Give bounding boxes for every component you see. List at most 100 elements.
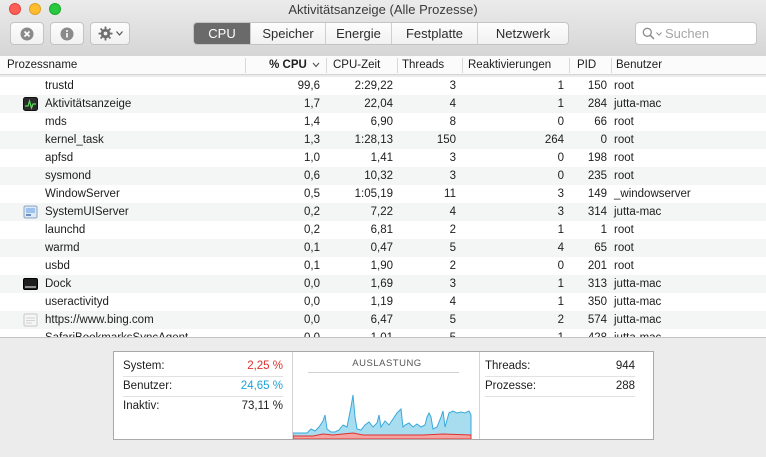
threads-value: 3	[449, 152, 456, 164]
table-row[interactable]: kernel_task 1,3 1:28,13 150 264 0 root	[0, 131, 766, 149]
user-value: root	[614, 242, 634, 254]
cpu-time-value: 1,69	[370, 278, 393, 290]
tab-speicher[interactable]: Speicher	[251, 23, 326, 44]
pid-value: 428	[569, 329, 607, 337]
cpu-time-value: 22,04	[364, 98, 393, 110]
cpu-value: 0,2	[304, 224, 320, 236]
wakeups-value: 1	[557, 224, 564, 236]
pid-value: 149	[587, 188, 607, 200]
stat-threads-value: 944	[615, 360, 635, 372]
search-icon	[642, 27, 655, 40]
table-row[interactable]: SystemUIServer 0,2 7,22 4 3 314 jutta-mac	[0, 203, 766, 221]
table-row[interactable]: launchd 0,2 6,81 2 1 1 root	[0, 221, 766, 239]
pid-value: 284	[587, 98, 607, 110]
cpu-value: 0,1	[304, 260, 320, 272]
search-input[interactable]	[665, 26, 749, 41]
cpu-time-value: 2:29,22	[354, 80, 393, 92]
table-row[interactable]: trustd 99,6 2:29,22 3 1 150 root	[0, 77, 766, 95]
threads-value: 5	[449, 242, 456, 254]
column-header-threads[interactable]: Threads	[397, 56, 462, 75]
table-row[interactable]: Dock 0,0 1,69 3 1 313 jutta-mac	[0, 275, 766, 293]
pid-value: 198	[587, 152, 607, 164]
view-tabs: CPU Speicher Energie Festplatte Netzwerk	[193, 22, 569, 45]
process-name: kernel_task	[45, 134, 104, 146]
wakeups-value: 0	[557, 152, 564, 164]
cpu-time-value: 1,01	[328, 329, 393, 337]
dock-icon	[23, 278, 38, 290]
cpu-value: 1,3	[304, 134, 320, 146]
stop-process-button[interactable]	[10, 22, 44, 45]
cpu-value: 1,0	[304, 152, 320, 164]
wakeups-value: 1	[557, 80, 564, 92]
info-button[interactable]	[50, 22, 84, 45]
stop-process-icon	[20, 27, 34, 40]
pid-value: 0	[600, 134, 607, 146]
stat-processes: Prozesse: 288	[485, 378, 635, 397]
tab-festplatte[interactable]: Festplatte	[392, 23, 478, 44]
cpu-value: 0,1	[304, 242, 320, 254]
table-row[interactable]: Aktivitätsanzeige 1,7 22,04 4 1 284 jutta-mac	[0, 95, 766, 113]
cpu-time-value: 0,47	[370, 242, 393, 254]
table-row[interactable]: SafariBookmarksSyncAgent0,0 1,01 51 428 jutt…	[0, 329, 766, 337]
pid-value: 314	[587, 206, 607, 218]
table-row[interactable]: useractivityd 0,0 1,19 4 1 350 jutta-mac	[0, 293, 766, 311]
process-name: WindowServer	[45, 188, 120, 200]
column-header-user[interactable]: Benutzer	[611, 56, 761, 75]
table-row[interactable]: apfsd 1,0 1,41 3 0 198 root	[0, 149, 766, 167]
cpu-time-value: 1,41	[370, 152, 393, 164]
window-title: Aktivitätsanzeige (Alle Prozesse)	[288, 2, 478, 17]
threads-value: 5	[397, 329, 456, 337]
cpu-time-value: 1:05,19	[354, 188, 393, 200]
user-value: root	[614, 170, 634, 182]
user-value: root	[614, 260, 634, 272]
column-header-cpu-time[interactable]: CPU-Zeit	[328, 56, 396, 75]
table-row[interactable]: warmd 0,1 0,47 5 4 65 root	[0, 239, 766, 257]
cpu-stats-box: System: 2,25 % Benutzer: 24,65 % Inaktiv…	[113, 351, 654, 440]
pid-value: 201	[587, 260, 607, 272]
column-header-pid[interactable]: PID	[572, 56, 610, 75]
table-row[interactable]: https://www.bing.com 0,0 6,47 5 2 574 jutta-ma…	[0, 311, 766, 329]
cpu-value: 0,2	[304, 206, 320, 218]
user-value: root	[614, 224, 634, 236]
tab-energie[interactable]: Energie	[326, 23, 392, 44]
stat-threads-label: Threads:	[485, 360, 531, 372]
search-field[interactable]	[635, 22, 757, 45]
cpu-time-value: 1,19	[370, 296, 393, 308]
cpu-value: 0,6	[304, 170, 320, 182]
process-name: SafariBookmarksSyncAgent	[45, 329, 245, 337]
cpu-time-value: 6,81	[370, 224, 393, 236]
user-value: jutta-mac	[614, 329, 764, 337]
user-value: root	[614, 116, 634, 128]
table-row[interactable]: WindowServer 0,5 1:05,19 11 3 149 _windowserve…	[0, 185, 766, 203]
column-header: Prozessname % CPU CPU-Zeit Threads Reakt…	[0, 56, 766, 75]
table-row[interactable]: usbd 0,1 1,90 2 0 201 root	[0, 257, 766, 275]
tab-netzwerk[interactable]: Netzwerk	[478, 23, 568, 44]
threads-value: 3	[449, 80, 456, 92]
threads-value: 3	[449, 170, 456, 182]
column-header-cpu[interactable]: % CPU	[246, 56, 326, 75]
column-header-wakeups[interactable]: Reaktivierungen	[463, 56, 568, 75]
threads-value: 4	[449, 98, 456, 110]
wakeups-value: 264	[544, 134, 564, 146]
sort-descending-icon	[312, 62, 320, 68]
table-row[interactable]: mds 1,4 6,90 8 0 66 root	[0, 113, 766, 131]
stat-threads: Threads: 944	[485, 358, 635, 377]
cpu-value: 1,7	[304, 98, 320, 110]
wakeups-value: 1	[557, 296, 564, 308]
action-menu-button[interactable]	[90, 22, 130, 45]
wakeups-value: 0	[557, 170, 564, 182]
stat-system: System: 2,25 %	[123, 358, 283, 377]
stat-system-label: System:	[123, 360, 165, 372]
wakeups-value: 1	[557, 98, 564, 110]
column-header-cpu-label: % CPU	[269, 59, 307, 71]
threads-value: 3	[449, 278, 456, 290]
pid-value: 65	[594, 242, 607, 254]
column-header-process-name[interactable]: Prozessname	[2, 56, 245, 75]
pid-value: 350	[587, 296, 607, 308]
table-row[interactable]: sysmond 0,6 10,32 3 0 235 root	[0, 167, 766, 185]
process-name: https://www.bing.com	[45, 314, 154, 326]
stat-idle-value: 73,11 %	[241, 400, 283, 412]
threads-value: 2	[449, 224, 456, 236]
pid-value: 313	[587, 278, 607, 290]
tab-cpu[interactable]: CPU	[194, 23, 251, 44]
